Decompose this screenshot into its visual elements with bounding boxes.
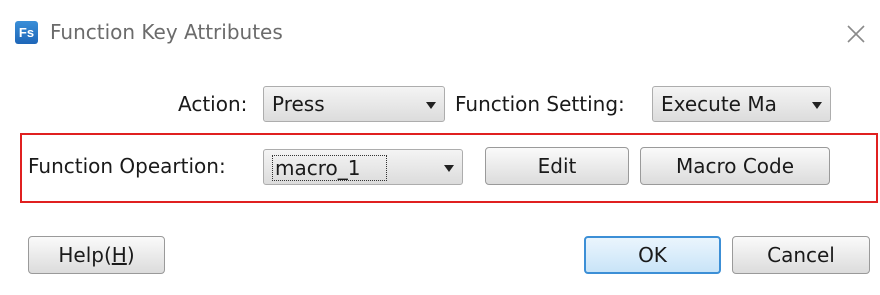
help-button[interactable]: Help(H) [28, 236, 165, 274]
app-icon: Fs [15, 21, 38, 44]
function-setting-label: Function Setting: [455, 92, 625, 116]
action-value: Press [272, 92, 325, 116]
help-suffix: ) [126, 243, 135, 267]
dialog-title: Function Key Attributes [50, 20, 283, 44]
ok-button[interactable]: OK [584, 236, 721, 274]
cancel-button[interactable]: Cancel [732, 236, 870, 274]
function-operation-label: Function Opeartion: [28, 154, 226, 178]
function-setting-dropdown[interactable]: Execute Ma [652, 86, 831, 122]
title-bar: Fs Function Key Attributes [0, 0, 880, 66]
close-icon[interactable] [844, 22, 868, 46]
function-operation-value: macro_1 [272, 155, 388, 181]
chevron-down-icon [812, 102, 822, 109]
macro-code-button[interactable]: Macro Code [640, 147, 830, 185]
function-operation-dropdown[interactable]: macro_1 [263, 149, 463, 185]
action-dropdown[interactable]: Press [263, 86, 445, 122]
help-mnemonic: H [111, 243, 127, 267]
help-label: Help( [58, 243, 112, 267]
edit-button[interactable]: Edit [485, 147, 629, 185]
function-setting-value: Execute Ma [661, 92, 777, 116]
chevron-down-icon [426, 102, 436, 109]
chevron-down-icon [444, 165, 454, 172]
action-label: Action: [178, 92, 248, 116]
